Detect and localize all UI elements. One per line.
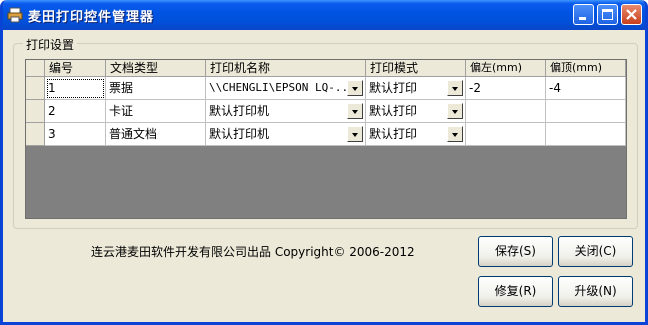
cell-offset-top[interactable]: -4 [546, 77, 626, 100]
repair-button[interactable]: 修复(R) [478, 276, 553, 307]
printer-value: 默认打印机 [209, 104, 270, 118]
mode-select[interactable]: 默认打印 [366, 100, 466, 123]
printer-value: \\CHENGLI\EPSON LQ-... [209, 81, 355, 94]
cell-doc-type[interactable]: 卡证 [106, 100, 206, 123]
cell-offset-left[interactable]: -2 [466, 77, 546, 100]
cell-id[interactable]: 2 [45, 100, 106, 123]
cell-offset-top[interactable] [546, 100, 626, 123]
dropdown-arrow-icon[interactable] [347, 80, 363, 96]
printer-value: 默认打印机 [209, 127, 270, 141]
mode-select[interactable]: 默认打印 [366, 123, 466, 146]
cell-doc-type[interactable]: 票据 [106, 77, 206, 100]
printer-app-icon [7, 7, 23, 23]
printer-select[interactable]: 默认打印机 [206, 100, 366, 123]
printer-select[interactable]: \\CHENGLI\EPSON LQ-... [206, 77, 366, 100]
column-header-mode[interactable]: 打印模式 [366, 60, 466, 77]
row-selector[interactable] [26, 100, 45, 123]
copyright-text: 连云港麦田软件开发有限公司出品 Copyright© 2006-2012 [91, 245, 415, 259]
grid-corner [26, 60, 45, 77]
cell-doc-type[interactable]: 普通文档 [106, 123, 206, 146]
cell-offset-left[interactable] [466, 100, 546, 123]
printer-select[interactable]: 默认打印机 [206, 123, 366, 146]
title-bar[interactable]: 麦田打印控件管理器 [3, 0, 645, 30]
mode-value: 默认打印 [369, 127, 418, 141]
dropdown-arrow-icon[interactable] [447, 103, 463, 119]
column-header-offset-top[interactable]: 偏顶(mm) [546, 60, 626, 77]
close-button[interactable]: 关闭(C) [558, 236, 633, 267]
cell-offset-top[interactable] [546, 123, 626, 146]
save-button[interactable]: 保存(S) [478, 236, 553, 267]
dropdown-arrow-icon[interactable] [447, 80, 463, 96]
column-header-doc-type[interactable]: 文档类型 [106, 60, 206, 77]
minimize-button[interactable] [573, 4, 594, 25]
close-window-button[interactable] [621, 4, 642, 25]
column-header-printer[interactable]: 打印机名称 [206, 60, 366, 77]
mode-value: 默认打印 [369, 104, 418, 118]
maximize-button[interactable] [597, 4, 618, 25]
row-selector[interactable] [26, 77, 45, 100]
dropdown-arrow-icon[interactable] [447, 126, 463, 142]
mode-select[interactable]: 默认打印 [366, 77, 466, 100]
group-label: 打印设置 [23, 36, 78, 53]
column-header-id[interactable]: 编号 [45, 60, 106, 77]
window-title: 麦田打印控件管理器 [28, 10, 155, 25]
mode-value: 默认打印 [369, 81, 418, 95]
upgrade-button[interactable]: 升级(N) [558, 276, 633, 307]
dropdown-arrow-icon[interactable] [347, 126, 363, 142]
settings-grid: 编号 文档类型 打印机名称 打印模式 偏左(mm) 偏顶(mm) 1 票据 \\… [25, 59, 627, 219]
column-header-offset-left[interactable]: 偏左(mm) [466, 60, 546, 77]
cell-offset-left[interactable] [466, 123, 546, 146]
cell-id[interactable]: 1 [45, 77, 106, 100]
dropdown-arrow-icon[interactable] [347, 103, 363, 119]
app-window: 麦田打印控件管理器 打印设置 编号 文档类型 打印机名称 打印模式 偏左(mm)… [0, 0, 648, 325]
row-selector[interactable] [26, 123, 45, 146]
cell-id[interactable]: 3 [45, 123, 106, 146]
